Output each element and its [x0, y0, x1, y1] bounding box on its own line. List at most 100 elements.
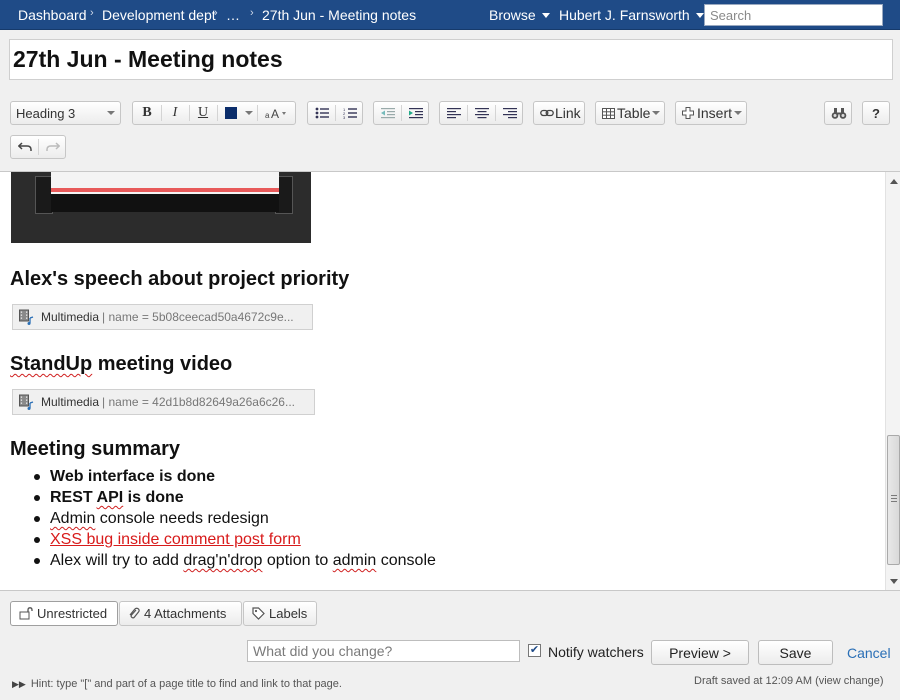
chevron-down-icon	[733, 102, 743, 124]
embedded-photo[interactable]	[11, 172, 311, 243]
scroll-up-button[interactable]	[886, 174, 900, 189]
align-left-button[interactable]	[440, 102, 467, 124]
editor-content-area[interactable]: Alex's speech about project priority Mul…	[0, 172, 885, 590]
table-button[interactable]: Table	[595, 101, 665, 125]
multimedia-macro-placeholder[interactable]: Multimedia | name = 5b08ceecad50a4672c9e…	[12, 304, 313, 330]
chevron-down-icon	[651, 102, 661, 124]
table-icon	[602, 102, 615, 124]
editor-footer: Unrestricted 4 Attachments Labels ✔ Noti…	[0, 590, 900, 700]
italic-button[interactable]: I	[161, 102, 189, 124]
unlock-icon	[19, 607, 33, 620]
paperclip-icon	[128, 607, 140, 620]
page-title-input[interactable]	[9, 39, 893, 80]
grip-line	[891, 501, 897, 502]
list-item-text: option to	[262, 552, 333, 569]
hint-text: Hint: type "[" and part of a page title …	[30, 678, 342, 690]
history-group	[10, 135, 66, 159]
heading-video-text: meeting video	[92, 353, 233, 375]
numbered-list-icon: 123	[343, 107, 357, 119]
multimedia-icon	[19, 394, 35, 410]
insert-button-label: Insert	[697, 105, 733, 121]
heading-video: StandUp meeting video	[10, 353, 232, 376]
browse-menu[interactable]: Browse	[489, 7, 550, 23]
misspelled-word: API	[96, 489, 124, 506]
align-right-button[interactable]	[496, 102, 523, 124]
text-size-icon: aA	[265, 107, 286, 120]
list-item: REST API is done	[28, 487, 848, 508]
breadcrumb-separator-icon: ›	[214, 7, 218, 19]
list-item-text: console	[376, 552, 436, 569]
breadcrumb-separator-icon: ›	[250, 7, 254, 19]
photo-detail	[51, 194, 279, 212]
scroll-down-button[interactable]	[886, 574, 900, 589]
checkmark-icon: ✔	[529, 644, 540, 656]
toolbar-divider	[257, 105, 258, 121]
indent-group	[373, 101, 429, 125]
attachments-tab[interactable]: 4 Attachments	[119, 601, 242, 626]
numbered-list-button[interactable]: 123	[336, 102, 363, 124]
alignment-group	[439, 101, 523, 125]
cancel-link[interactable]: Cancel	[847, 645, 891, 661]
scroll-up-icon	[889, 179, 898, 184]
text-color-button[interactable]	[219, 102, 243, 124]
list-item: XSS bug inside comment post form	[28, 529, 848, 550]
notify-watchers-label[interactable]: Notify watchers	[548, 644, 644, 660]
table-button-label: Table	[617, 105, 651, 121]
undo-icon	[17, 142, 32, 151]
preview-button[interactable]: Preview >	[651, 640, 749, 665]
scrollbar-thumb[interactable]	[887, 435, 900, 565]
search-input[interactable]	[704, 4, 883, 26]
paragraph-style-value: Heading 3	[16, 105, 76, 121]
editor-scrollbar[interactable]	[885, 172, 900, 590]
help-icon: ?	[872, 105, 880, 121]
align-center-button[interactable]	[468, 102, 495, 124]
breadcrumb-dashboard[interactable]: Dashboard	[18, 7, 87, 23]
summary-list: Web interface is done REST API is done A…	[28, 466, 848, 571]
paragraph-style-select[interactable]: Heading 3	[10, 101, 121, 125]
multimedia-icon	[19, 309, 35, 325]
chevron-down-icon	[105, 102, 117, 124]
indent-button[interactable]	[402, 102, 429, 124]
breadcrumb-development-dept[interactable]: Development dept	[102, 7, 216, 23]
bold-button[interactable]: B	[133, 102, 161, 124]
svg-text:a: a	[265, 111, 270, 120]
insert-button[interactable]: Insert	[675, 101, 747, 125]
bullet-list-button[interactable]	[308, 102, 335, 124]
bold-icon: B	[142, 105, 152, 120]
user-menu[interactable]: Hubert J. Farnsworth	[559, 7, 704, 23]
list-item-text: console needs redesign	[95, 510, 269, 527]
outdent-button[interactable]	[374, 102, 401, 124]
redo-button[interactable]	[39, 136, 66, 158]
notify-watchers-checkbox[interactable]: ✔	[528, 644, 541, 657]
breadcrumb-current-page[interactable]: 27th Jun - Meeting notes	[262, 7, 416, 23]
list-item-text: is done	[123, 489, 184, 506]
misspelled-word: drag'n'drop	[183, 552, 263, 569]
breadcrumb-ellipsis[interactable]: …	[226, 7, 240, 23]
list-group: 123	[307, 101, 363, 125]
title-area	[0, 30, 900, 90]
find-replace-icon	[831, 102, 847, 124]
list-item: Alex will try to add drag'n'drop option …	[28, 550, 848, 571]
outdent-icon	[380, 108, 395, 119]
misspelled-word: admin	[332, 552, 377, 569]
find-replace-button[interactable]	[824, 101, 852, 125]
multimedia-macro-placeholder[interactable]: Multimedia | name = 42d1b8d82649a26a6c26…	[12, 389, 315, 415]
user-menu-label: Hubert J. Farnsworth	[559, 7, 690, 23]
help-button[interactable]: ?	[862, 101, 890, 125]
double-chevron-right-icon[interactable]: ▶▶	[12, 679, 26, 690]
text-size-button[interactable]: aA	[259, 102, 295, 124]
undo-button[interactable]	[11, 136, 38, 158]
underline-button[interactable]: U	[189, 102, 217, 124]
multimedia-macro-meta: | name = 5b08ceecad50a4672c9e...	[102, 310, 294, 324]
save-button[interactable]: Save	[758, 640, 833, 665]
restrictions-tab[interactable]: Unrestricted	[10, 601, 118, 626]
change-comment-input[interactable]	[247, 640, 520, 662]
browse-menu-label: Browse	[489, 7, 536, 23]
text-color-dropdown[interactable]	[243, 102, 255, 124]
link-button[interactable]: Link	[533, 101, 585, 125]
labels-tab[interactable]: Labels	[243, 601, 317, 626]
grip-line	[891, 495, 897, 496]
align-center-icon	[474, 108, 489, 119]
attachments-label: 4 Attachments	[144, 606, 227, 621]
list-item-text: REST	[50, 489, 97, 506]
